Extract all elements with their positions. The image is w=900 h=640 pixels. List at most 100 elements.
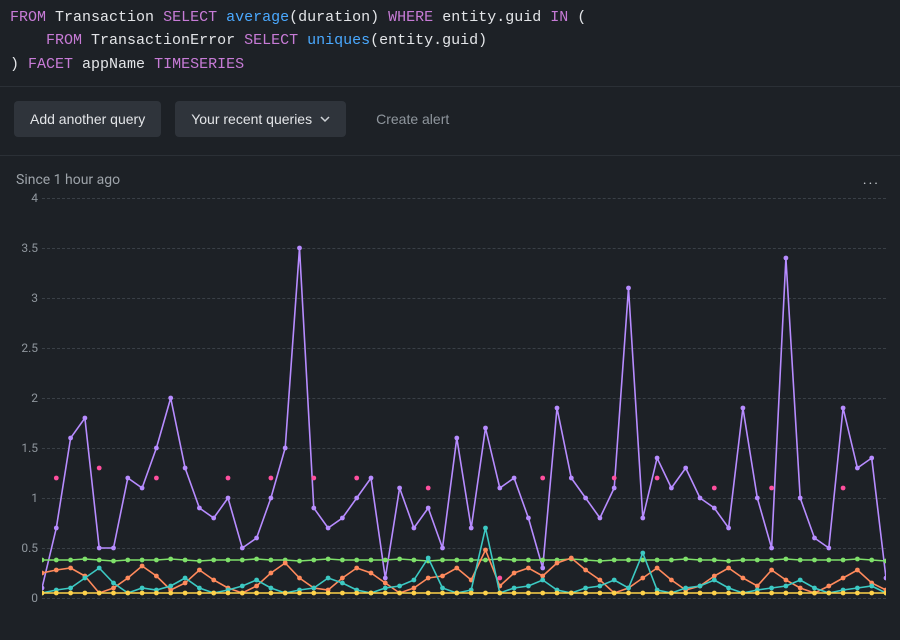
series-point-series-yellow [168, 590, 173, 595]
nrql-query-editor[interactable]: FROM Transaction SELECT average(duration… [0, 0, 900, 86]
series-point-series-green [655, 557, 660, 562]
series-point-series-yellow [826, 590, 831, 595]
series-point-series-green [855, 556, 860, 561]
series-point-series-yellow [311, 590, 316, 595]
y-axis-tick-label: 1 [14, 491, 38, 505]
series-point-series-purple [140, 485, 145, 490]
series-point-series-green [297, 558, 302, 563]
series-point-series-yellow [383, 590, 388, 595]
series-point-series-teal [168, 583, 173, 588]
series-point-series-green [68, 557, 73, 562]
series-point-series-teal [769, 585, 774, 590]
series-point-series-orange [111, 585, 116, 590]
series-point-series-green [42, 557, 44, 562]
series-point-series-orange [369, 570, 374, 575]
series-point-series-purple [297, 245, 302, 250]
series-point-series-purple [111, 545, 116, 550]
series-point-series-yellow [698, 590, 703, 595]
series-point-series-yellow [712, 590, 717, 595]
series-point-series-green [469, 557, 474, 562]
series-point-series-yellow [726, 590, 731, 595]
series-point-series-teal [798, 577, 803, 582]
series-point-series-yellow [154, 590, 159, 595]
series-point-series-purple [555, 405, 560, 410]
gridline [42, 598, 886, 599]
series-point-series-green [254, 556, 259, 561]
series-point-series-orange [555, 560, 560, 565]
series-point-series-purple [669, 485, 674, 490]
series-point-series-yellow [240, 590, 245, 595]
series-point-series-green [669, 557, 674, 562]
series-point-series-green [512, 557, 517, 562]
series-point-series-green [111, 558, 116, 563]
series-point-series-purple [269, 495, 274, 500]
series-point-series-teal [512, 585, 517, 590]
recent-queries-dropdown[interactable]: Your recent queries [175, 101, 346, 137]
series-point-series-purple [469, 525, 474, 530]
series-point-series-green [440, 557, 445, 562]
series-point-series-purple [784, 255, 789, 260]
series-point-series-purple [68, 435, 73, 440]
series-point-series-orange [598, 577, 603, 582]
series-point-series-yellow [412, 590, 417, 595]
series-point-series-green [340, 557, 345, 562]
series-point-series-green [626, 557, 631, 562]
series-point-series-green [612, 557, 617, 562]
series-point-series-orange [454, 565, 459, 570]
y-axis-tick-label: 2 [14, 391, 38, 405]
series-point-series-yellow [125, 590, 130, 595]
series-point-series-purple [598, 515, 603, 520]
series-point-series-yellow [841, 590, 846, 595]
series-point-series-purple [483, 425, 488, 430]
series-point-series-orange [784, 577, 789, 582]
series-point-series-green [369, 557, 374, 562]
series-point-series-yellow [869, 590, 874, 595]
series-point-series-teal [68, 585, 73, 590]
series-point-series-green [311, 557, 316, 562]
series-point-series-yellow [42, 590, 44, 595]
series-point-series-purple [512, 475, 517, 480]
series-point-series-green [140, 557, 145, 562]
series-line-series-purple [42, 248, 886, 588]
series-point-series-purple [54, 525, 59, 530]
series-point-series-purple [698, 495, 703, 500]
series-point-series-yellow [183, 590, 188, 595]
series-point-series-teal [526, 583, 531, 588]
series-point-series-purple [826, 545, 831, 550]
create-alert-button[interactable]: Create alert [360, 101, 465, 137]
series-point-series-purple [583, 495, 588, 500]
series-point-series-pink [354, 475, 359, 480]
series-point-series-yellow [669, 590, 674, 595]
series-point-series-teal [412, 577, 417, 582]
series-point-series-teal [583, 585, 588, 590]
series-point-series-green [712, 557, 717, 562]
chart-panel: Since 1 hour ago ... 00.511.522.533.54 [0, 168, 900, 608]
series-point-series-green [798, 557, 803, 562]
series-point-series-green [397, 556, 402, 561]
series-point-series-orange [526, 565, 531, 570]
series-point-series-green [383, 557, 388, 562]
series-point-series-teal [712, 577, 717, 582]
series-point-series-teal [483, 525, 488, 530]
series-point-series-yellow [97, 590, 102, 595]
series-point-series-green [125, 557, 130, 562]
series-point-series-green [497, 556, 502, 561]
series-point-series-purple [755, 495, 760, 500]
chart-menu-icon[interactable]: ... [859, 168, 884, 192]
series-point-series-purple [769, 545, 774, 550]
series-point-series-yellow [598, 590, 603, 595]
series-point-series-teal [97, 565, 102, 570]
series-point-series-pink [154, 475, 159, 480]
series-point-series-teal [197, 585, 202, 590]
series-point-series-yellow [569, 590, 574, 595]
series-point-series-green [269, 557, 274, 562]
series-point-series-yellow [755, 590, 760, 595]
add-another-query-button[interactable]: Add another query [14, 101, 161, 137]
timeseries-chart[interactable]: 00.511.522.533.54 [14, 198, 886, 598]
series-point-series-yellow [583, 590, 588, 595]
series-point-series-purple [741, 405, 746, 410]
y-axis-tick-label: 0 [14, 591, 38, 605]
series-point-series-purple [884, 575, 886, 580]
series-point-series-green [226, 557, 231, 562]
series-point-series-yellow [655, 590, 660, 595]
